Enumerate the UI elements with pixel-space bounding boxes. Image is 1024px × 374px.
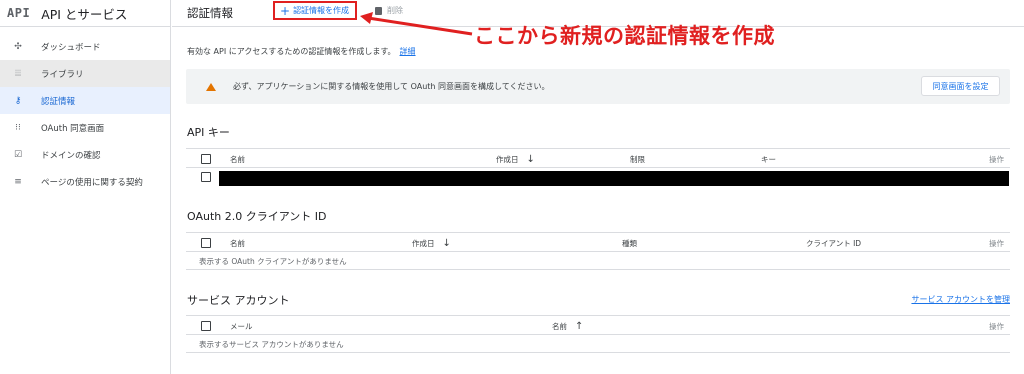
annotation-arrow-icon <box>360 12 473 36</box>
main-content: 認証情報 + 認証情報を作成 削除 ここから新規の認証情報を作成 有効な API… <box>172 0 1024 374</box>
empty-message: 表示する OAuth クライアントがありません <box>199 257 347 266</box>
oauth-empty-row: 表示する OAuth クライアントがありません <box>186 252 1010 270</box>
learn-more-link[interactable]: 詳細 <box>400 47 416 56</box>
oauth-table-header: 名前 作成日 ↓ 種類 クライアント ID 操作 <box>186 232 1010 252</box>
sidebar-header: API API とサービス <box>0 0 170 27</box>
column-name-label: 名前 <box>552 322 567 331</box>
sidebar-item-label: ページの使用に関する契約 <box>41 177 143 188</box>
sidebar-item-label: ライブラリ <box>41 69 84 80</box>
column-key[interactable]: キー <box>761 154 776 165</box>
annotation-text: ここから新規の認証情報を作成 <box>474 24 775 48</box>
sidebar-item-label: OAuth 同意画面 <box>41 123 105 134</box>
column-actions: 操作 <box>989 239 1004 248</box>
description-text: 有効な API にアクセスするための認証情報を作成します。 <box>187 47 396 56</box>
plus-icon: + <box>280 3 291 18</box>
api-keys-title: API キー <box>187 126 230 139</box>
column-actions: 操作 <box>989 155 1004 164</box>
service-accounts-title: サービス アカウント <box>187 294 290 307</box>
sidebar-item-domain-verification[interactable]: ☑ ドメインの確認 <box>0 141 170 168</box>
empty-message: 表示するサービス アカウントがありません <box>199 340 344 349</box>
sidebar-item-credentials[interactable]: ⚷ 認証情報 <box>0 87 170 114</box>
create-credentials-button[interactable]: + 認証情報を作成 <box>273 1 357 20</box>
sidebar-item-label: ダッシュボード <box>41 42 101 53</box>
sidebar-item-label: 認証情報 <box>41 96 76 107</box>
page-title: 認証情報 <box>187 6 233 20</box>
column-client-id[interactable]: クライアント ID <box>806 238 861 249</box>
column-name[interactable]: 名前 <box>230 238 245 249</box>
service-accounts-empty-row: 表示するサービス アカウントがありません <box>186 335 1010 353</box>
column-created-label: 作成日 <box>496 155 519 164</box>
column-created[interactable]: 作成日 ↓ <box>496 154 535 165</box>
sort-up-icon: ↑ <box>575 321 584 332</box>
sidebar: API API とサービス ✣ ダッシュボード ⦙⦙⦙ ライブラリ ⚷ 認証情報… <box>0 0 171 374</box>
consent-warning-banner: 必ず、アプリケーションに関する情報を使用して OAuth 同意画面を構成してくだ… <box>186 69 1010 104</box>
row-checkbox[interactable] <box>201 172 211 182</box>
column-email[interactable]: メール <box>230 321 253 332</box>
sort-down-icon: ↓ <box>442 238 451 249</box>
column-type[interactable]: 種類 <box>622 238 637 249</box>
sidebar-title[interactable]: API とサービス <box>41 4 127 23</box>
select-all-checkbox[interactable] <box>201 154 211 164</box>
sidebar-item-oauth-consent[interactable]: ⁝⁝ OAuth 同意画面 <box>0 114 170 141</box>
key-icon: ⚷ <box>14 95 22 106</box>
banner-text: 必ず、アプリケーションに関する情報を使用して OAuth 同意画面を構成してくだ… <box>233 82 550 91</box>
column-created-label: 作成日 <box>412 239 435 248</box>
column-created[interactable]: 作成日 ↓ <box>412 238 451 249</box>
column-actions: 操作 <box>989 322 1004 331</box>
sidebar-item-page-usage-agreements[interactable]: ≡ ページの使用に関する契約 <box>0 168 170 195</box>
column-name[interactable]: 名前 <box>230 154 245 165</box>
library-icon: ⦙⦙⦙ <box>14 68 22 79</box>
select-all-checkbox[interactable] <box>201 238 211 248</box>
sort-down-icon: ↓ <box>526 154 535 165</box>
warning-icon <box>206 82 216 91</box>
select-all-checkbox[interactable] <box>201 321 211 331</box>
api-logo: API <box>7 6 31 20</box>
checkbox-icon: ☑ <box>13 149 23 160</box>
page-description: 有効な API にアクセスするための認証情報を作成します。 詳細 <box>187 46 416 57</box>
dashboard-icon: ✣ <box>14 41 22 52</box>
configure-consent-button[interactable]: 同意画面を設定 <box>921 76 1000 96</box>
consent-icon: ⁝⁝ <box>15 122 21 133</box>
create-credentials-label: 認証情報を作成 <box>293 6 350 15</box>
column-name[interactable]: 名前 ↑ <box>552 321 583 332</box>
sidebar-item-dashboard[interactable]: ✣ ダッシュボード <box>0 33 170 60</box>
api-keys-table-header: 名前 作成日 ↓ 制限 キー 操作 <box>186 148 1010 168</box>
redacted-api-key-row <box>219 171 1009 186</box>
oauth-title: OAuth 2.0 クライアント ID <box>187 210 327 223</box>
sidebar-item-label: ドメインの確認 <box>41 150 101 161</box>
manage-service-accounts-link[interactable]: サービス アカウントを管理 <box>911 294 1010 305</box>
service-accounts-table-header: メール 名前 ↑ 操作 <box>186 315 1010 335</box>
settings-list-icon: ≡ <box>14 176 22 187</box>
sidebar-item-library[interactable]: ⦙⦙⦙ ライブラリ <box>0 60 170 87</box>
column-restrictions[interactable]: 制限 <box>630 154 645 165</box>
